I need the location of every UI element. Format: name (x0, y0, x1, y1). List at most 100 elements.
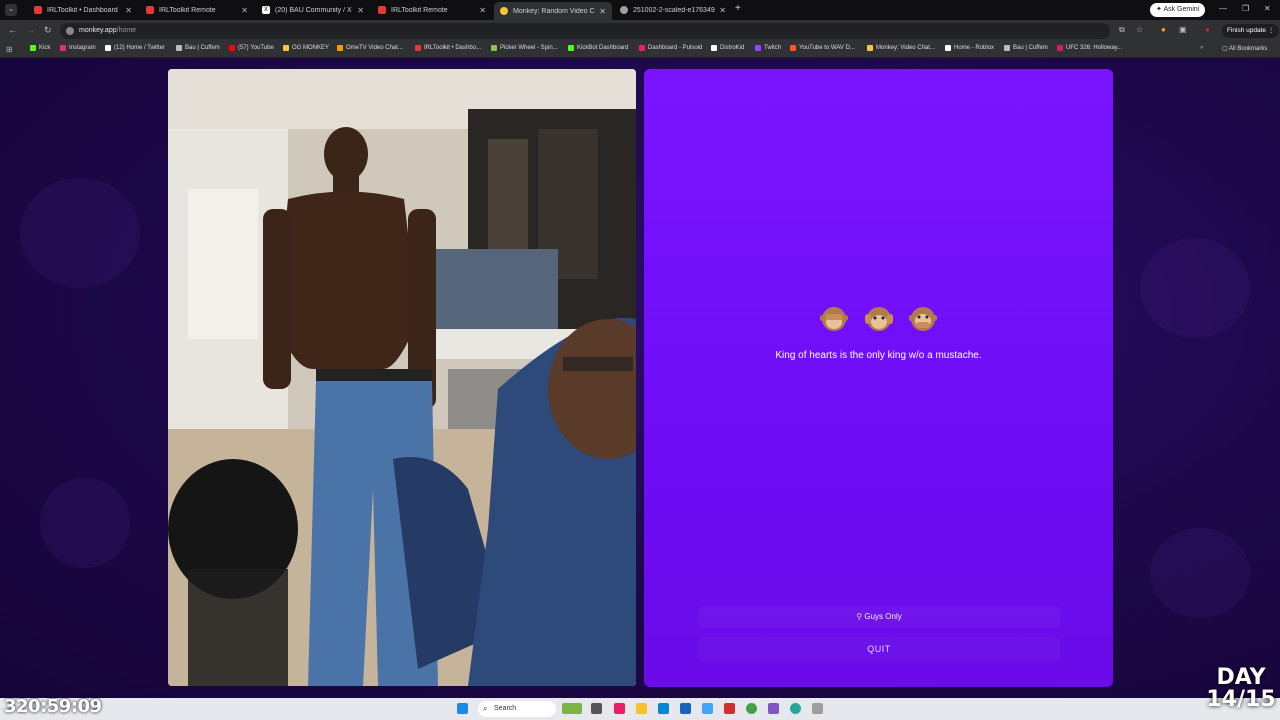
twitch-icon (755, 45, 761, 51)
copilot-icon[interactable] (614, 703, 625, 714)
bookmark-kick[interactable]: Kick (30, 45, 50, 51)
background-pattern (20, 178, 140, 288)
irltoolkit-icon (146, 6, 154, 14)
windows-start-icon[interactable] (457, 703, 468, 714)
browser-toolbar: ← → ↻ monkey.app/home ⧉ ☆ ● ▣ ● Finish u… (0, 20, 1280, 42)
bookmark-twitter[interactable]: (12) Home / Twitter (105, 45, 165, 51)
tab-irltoolkit-dashboard[interactable]: IRLToolkit • Dashboard ✕ (28, 2, 138, 18)
store-icon[interactable] (680, 703, 691, 714)
reload-icon[interactable]: ↻ (44, 25, 52, 36)
see-no-evil-monkey-icon (819, 305, 849, 333)
file-explorer-icon[interactable] (636, 703, 647, 714)
quit-button[interactable]: QUIT (698, 637, 1060, 661)
bookmark-twitch[interactable]: Twitch (755, 45, 781, 51)
bookmark-kickbot[interactable]: KickBot Dashboard (568, 45, 628, 51)
new-tab-button[interactable]: + (735, 3, 741, 14)
finish-update-button[interactable]: Finish update ⋮ (1222, 24, 1280, 38)
bookmark-distrokid[interactable]: DistroKid (711, 45, 744, 51)
background-pattern (40, 478, 130, 568)
background-pattern (1150, 528, 1250, 618)
kickbot-icon (568, 45, 574, 51)
address-bar[interactable]: monkey.app/home (60, 23, 1110, 39)
irltoolkit-icon (378, 6, 386, 14)
camera-video-feed (168, 69, 636, 686)
profile-avatar-icon[interactable]: ● (1205, 25, 1210, 34)
edge-browser-icon[interactable] (658, 703, 669, 714)
kick-icon (30, 45, 36, 51)
tab-search-button[interactable]: ⌄ (5, 4, 17, 16)
pulsoid-icon (639, 45, 645, 51)
apps-grid-icon[interactable]: ⊞ (6, 45, 13, 54)
picker-wheel-icon (491, 45, 497, 51)
roblox-icon (945, 45, 951, 51)
tab-monkey-video-chat[interactable]: Monkey: Random Video Ch ✕ (494, 2, 612, 20)
minimize-icon[interactable]: — (1219, 4, 1227, 13)
mail-icon[interactable] (702, 703, 713, 714)
chrome-profile-icon[interactable] (790, 703, 801, 714)
distrokid-icon (711, 45, 717, 51)
ometv-icon (337, 45, 343, 51)
bookmark-bau-cuffem-2[interactable]: Bau | Cuffem (1004, 45, 1048, 51)
bookmark-irltoolkit[interactable]: IRLToolkit • Dashbo... (415, 45, 481, 51)
tab-irltoolkit-remote-2[interactable]: IRLToolkit Remote ✕ (372, 2, 492, 18)
site-info-icon[interactable] (66, 27, 74, 35)
task-view-icon[interactable] (591, 703, 602, 714)
male-person-icon: ⚲ (856, 612, 863, 621)
bau-icon (1004, 45, 1010, 51)
browser-tab-strip: ⌄ IRLToolkit • Dashboard ✕ IRLToolkit Re… (0, 0, 1280, 20)
close-window-icon[interactable]: ✕ (1264, 4, 1271, 13)
bookmark-pulsoid[interactable]: Dashboard - Pulsoid (639, 45, 702, 51)
monkey-emoji-row (644, 305, 1113, 338)
close-tab-icon[interactable]: ✕ (357, 6, 364, 15)
close-tab-icon[interactable]: ✕ (241, 6, 248, 15)
monkey-icon (283, 45, 289, 51)
tab-irltoolkit-remote[interactable]: IRLToolkit Remote ✕ (140, 2, 254, 18)
extensions-puzzle-icon[interactable]: ▣ (1179, 25, 1187, 34)
bookmark-og-monkey[interactable]: OG MONKEY (283, 45, 329, 51)
bookmark-roblox[interactable]: Home - Roblox (945, 45, 994, 51)
forward-arrow-icon[interactable]: → (26, 25, 35, 35)
bookmark-youtube-to-wav[interactable]: YouTube to WAV D... (790, 45, 855, 51)
guys-only-filter-button[interactable]: ⚲ Guys Only (698, 606, 1060, 628)
close-tab-icon[interactable]: ✕ (479, 6, 486, 15)
bookmark-ufc[interactable]: UFC 326: Holloway... (1057, 45, 1122, 51)
bookmark-instagram[interactable]: Instagram (60, 45, 96, 51)
video-frame (168, 69, 636, 686)
bookmark-youtube[interactable]: (57) YouTube (229, 45, 274, 51)
all-bookmarks-button[interactable]: ▢ All Bookmarks (1222, 45, 1267, 52)
bookmark-ometv[interactable]: OmeTV Video Chat... (337, 45, 403, 51)
extension-icon[interactable]: ● (1161, 25, 1166, 34)
tab-image-file[interactable]: 251002-2-scaled-e176349870 ✕ (614, 2, 732, 18)
app-red-icon[interactable] (724, 703, 735, 714)
maximize-icon[interactable]: ❐ (1242, 4, 1249, 13)
close-tab-icon[interactable]: ✕ (125, 6, 132, 15)
monkey-favicon-icon (500, 7, 508, 15)
install-app-icon[interactable]: ⧉ (1119, 25, 1125, 35)
bookmark-bau-cuffem[interactable]: Bau | Cuffem (176, 45, 220, 51)
url-path: /home (116, 27, 137, 34)
x-logo-icon (105, 45, 111, 51)
close-tab-icon[interactable]: ✕ (719, 6, 726, 15)
ufc-icon (1057, 45, 1063, 51)
irltoolkit-icon (415, 45, 421, 51)
bookmark-picker-wheel[interactable]: Picker Wheel - Spin... (491, 45, 558, 51)
bookmark-monkey-video-chat[interactable]: Monkey: Video Chat... (867, 45, 935, 51)
back-arrow-icon[interactable]: ← (8, 25, 17, 35)
monkey-icon (867, 45, 873, 51)
close-tab-icon[interactable]: ✕ (599, 7, 606, 16)
ask-gemini-button[interactable]: ✦ Ask Gemini (1150, 3, 1206, 17)
widgets-icon[interactable] (562, 703, 582, 714)
settings-gear-icon[interactable] (812, 703, 823, 714)
chrome-icon[interactable] (746, 703, 757, 714)
instagram-icon (60, 45, 66, 51)
taskbar-search-box[interactable]: ⌕ Search (478, 701, 556, 717)
tab-bau-community-x[interactable]: X (20) BAU Community / X ✕ (256, 2, 370, 18)
more-bookmarks-chevron-icon[interactable]: » (1200, 45, 1203, 51)
hear-no-evil-monkey-icon (864, 305, 893, 333)
bau-icon (176, 45, 182, 51)
bookmark-star-icon[interactable]: ☆ (1136, 25, 1143, 34)
windows-taskbar: ⌕ Search (0, 698, 1280, 720)
irltoolkit-icon (34, 6, 42, 14)
app-purple-icon[interactable] (768, 703, 779, 714)
converter-icon (790, 45, 796, 51)
